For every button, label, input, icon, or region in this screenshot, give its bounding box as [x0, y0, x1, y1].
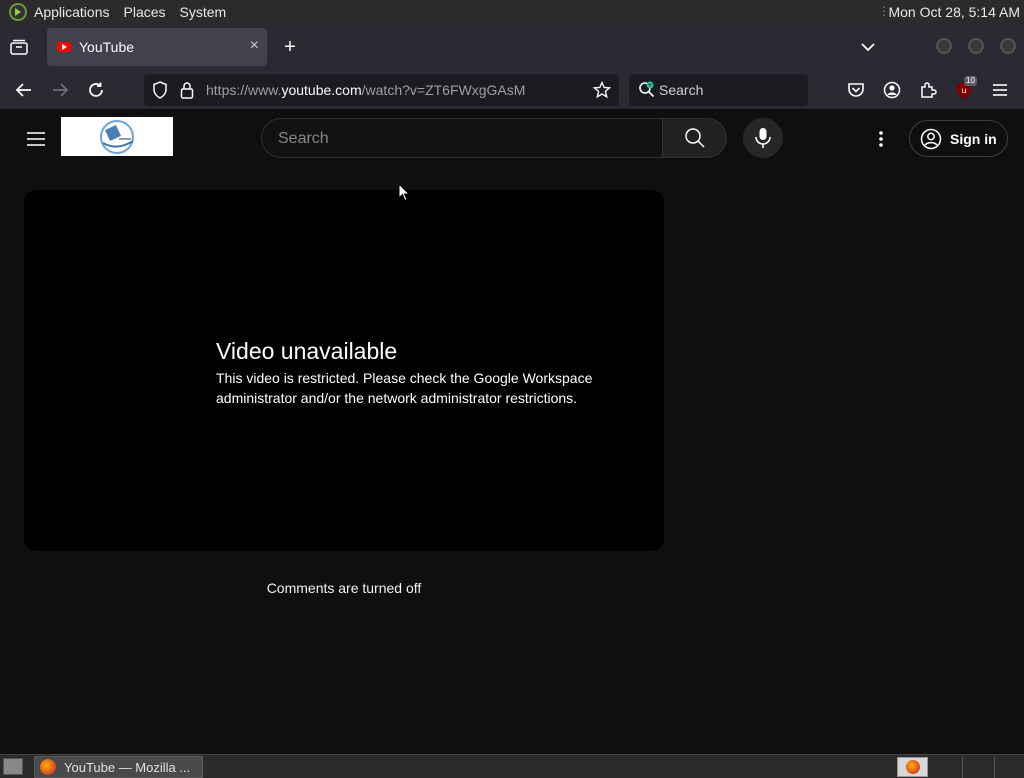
- extension-badge-count: 10: [964, 76, 977, 86]
- tab-list-icon[interactable]: [8, 36, 30, 58]
- system-menu-item[interactable]: System: [180, 4, 227, 20]
- system-menu: Applications Places System: [0, 0, 226, 24]
- pocket-icon[interactable]: [846, 80, 866, 100]
- maximize-window-button[interactable]: [968, 38, 984, 54]
- video-restriction-message: This video is restricted. Please check t…: [216, 370, 593, 406]
- show-desktop-icon[interactable]: [3, 758, 23, 775]
- bookmark-star-icon[interactable]: [592, 80, 612, 104]
- tab-title: YouTube: [79, 39, 135, 55]
- bottom-taskbar: YouTube — Mozilla ...: [0, 754, 1024, 778]
- youtube-favicon-icon: [57, 42, 71, 52]
- back-arrow-icon[interactable]: [14, 80, 34, 100]
- close-tab-icon[interactable]: ×: [250, 37, 259, 55]
- search-engine-icon[interactable]: +: [638, 81, 656, 104]
- close-window-button[interactable]: [1000, 38, 1016, 54]
- minimize-window-button[interactable]: [936, 38, 952, 54]
- video-unavailable-title: Video unavailable: [216, 338, 398, 364]
- forward-arrow-icon[interactable]: [50, 80, 70, 100]
- lock-icon[interactable]: [180, 81, 194, 104]
- microphone-icon: [755, 128, 771, 148]
- search-bar[interactable]: + Search: [629, 74, 808, 106]
- account-icon[interactable]: [882, 80, 902, 100]
- reload-icon[interactable]: [86, 80, 106, 100]
- places-menu[interactable]: Places: [124, 4, 166, 20]
- search-bar-label: Search: [659, 82, 704, 98]
- youtube-header: Search Sign in: [0, 111, 1024, 167]
- taskbar-window-title: YouTube — Mozilla ...: [64, 759, 191, 775]
- taskbar-window-button[interactable]: YouTube — Mozilla ...: [34, 756, 203, 778]
- site-logo[interactable]: [61, 117, 173, 156]
- svg-text:+: +: [647, 82, 652, 89]
- workspace-3[interactable]: [994, 756, 995, 778]
- clock[interactable]: Mon Oct 28, 5:14 AM: [888, 4, 1020, 20]
- comments-status: Comments are turned off: [266, 580, 422, 596]
- tracking-protection-shield-icon[interactable]: [152, 81, 168, 104]
- youtube-search-button[interactable]: [662, 118, 727, 158]
- workspace-1[interactable]: [897, 757, 928, 777]
- video-player[interactable]: Video unavailable This video is restrict…: [24, 190, 664, 551]
- search-icon: [684, 128, 705, 148]
- user-circle-icon: [920, 128, 942, 149]
- ublock-origin-icon[interactable]: u 10: [954, 76, 977, 100]
- new-tab-button[interactable]: +: [279, 36, 301, 58]
- more-options-icon[interactable]: [869, 127, 893, 151]
- tab-youtube[interactable]: YouTube ×: [47, 28, 267, 66]
- sign-in-button[interactable]: Sign in: [909, 120, 1008, 157]
- firefox-icon: [40, 759, 56, 775]
- browser-nav-bar: https://www.youtube.com/watch?v=ZT6FWxgG…: [0, 70, 1024, 110]
- system-top-bar: Applications Places System ⋮ Mon Oct 28,…: [0, 0, 1024, 24]
- extensions-puzzle-icon[interactable]: [918, 80, 938, 100]
- svg-text:u: u: [961, 86, 966, 95]
- logo-image-icon: [100, 120, 134, 154]
- hamburger-menu-icon[interactable]: [990, 80, 1010, 100]
- distro-logo-icon[interactable]: [9, 3, 27, 21]
- guide-menu-icon[interactable]: [24, 127, 48, 156]
- applications-menu[interactable]: Applications: [34, 4, 110, 20]
- search-placeholder: Search: [278, 130, 329, 147]
- sign-in-label: Sign in: [950, 130, 997, 147]
- address-bar[interactable]: https://www.youtube.com/watch?v=ZT6FWxgG…: [144, 74, 619, 106]
- youtube-search-input[interactable]: Search: [261, 118, 663, 158]
- mouse-cursor-icon: [398, 182, 411, 208]
- voice-search-button[interactable]: [743, 118, 783, 158]
- workspace-2[interactable]: [962, 756, 963, 778]
- url-domain: youtube.com: [281, 82, 362, 98]
- chevron-down-icon[interactable]: [858, 37, 878, 62]
- browser-tab-bar: YouTube × +: [0, 24, 1024, 70]
- url-text[interactable]: https://www.youtube.com/watch?v=ZT6FWxgG…: [206, 82, 525, 98]
- firefox-mini-icon: [905, 760, 920, 774]
